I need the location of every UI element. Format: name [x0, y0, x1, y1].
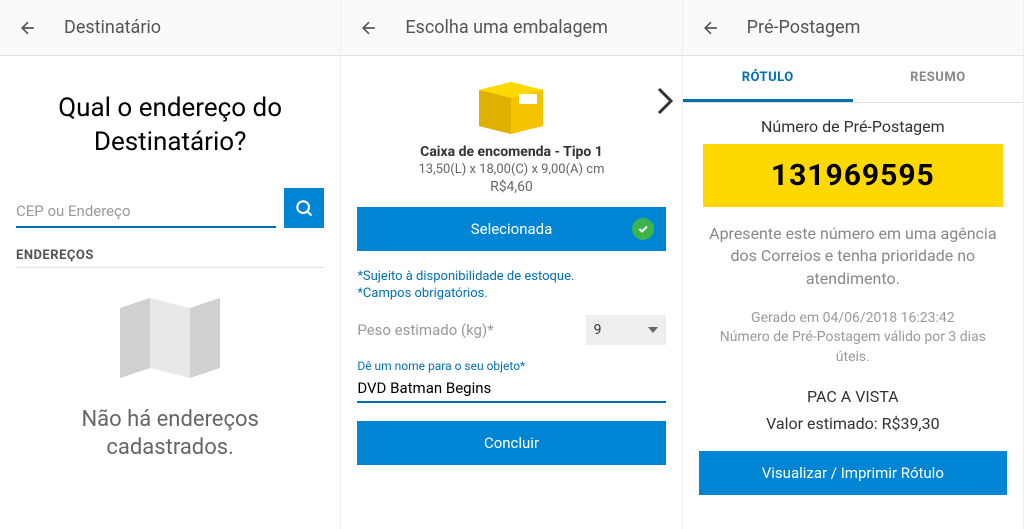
- service-name: PAC A VISTA: [683, 387, 1023, 406]
- weight-label: Peso estimado (kg)*: [357, 321, 493, 339]
- page-title: Pré-Postagem: [747, 17, 861, 38]
- tab-rotulo[interactable]: RÓTULO: [683, 56, 853, 102]
- divider: [16, 267, 324, 268]
- question-heading: Qual o endereço do Destinatário?: [16, 92, 324, 160]
- map-icon: [110, 288, 230, 388]
- package-box-icon: [471, 72, 551, 136]
- chevron-down-icon: [648, 327, 658, 333]
- required-note: *Campos obrigatórios.: [357, 286, 665, 301]
- screen-destinatario: Destinatário Qual o endereço do Destinat…: [0, 0, 341, 529]
- package-name: Caixa de encomenda - Tipo 1: [341, 144, 681, 160]
- back-arrow-icon[interactable]: [357, 16, 381, 40]
- concluir-button[interactable]: Concluir: [357, 421, 665, 465]
- back-arrow-icon[interactable]: [16, 16, 40, 40]
- package-dimensions: 13,50(L) x 18,00(C) x 9,00(A) cm: [341, 162, 681, 177]
- print-label-button[interactable]: Visualizar / Imprimir Rótulo: [699, 451, 1007, 495]
- next-package-icon[interactable]: [656, 86, 674, 124]
- screen-embalagem: Escolha uma embalagem Caixa de encomenda…: [341, 0, 682, 529]
- check-icon: [632, 218, 654, 240]
- back-arrow-icon[interactable]: [699, 16, 723, 40]
- weight-value: 9: [594, 322, 602, 338]
- addresses-section-label: ENDEREÇOS: [16, 248, 324, 263]
- no-addresses-text: Não há endereços cadastrados.: [16, 406, 324, 463]
- object-name-label: Dê um nome para o seu objeto*: [357, 359, 665, 373]
- object-name-input[interactable]: [357, 375, 665, 403]
- search-icon: [294, 198, 314, 218]
- pre-postagem-label: Número de Pré-Postagem: [683, 117, 1023, 136]
- tabs: RÓTULO RESUMO: [683, 56, 1023, 103]
- estimated-value: Valor estimado: R$39,30: [683, 414, 1023, 433]
- pre-postagem-number: 131969595: [703, 144, 1003, 207]
- package-price: R$4,60: [341, 179, 681, 195]
- weight-select[interactable]: 9: [586, 315, 666, 345]
- page-title: Destinatário: [64, 17, 161, 38]
- header: Escolha uma embalagem: [341, 0, 681, 56]
- header: Pré-Postagem: [683, 0, 1023, 56]
- selected-button-label: Selecionada: [471, 220, 553, 238]
- screen-pre-postagem: Pré-Postagem RÓTULO RESUMO Número de Pré…: [683, 0, 1024, 529]
- concluir-button-label: Concluir: [484, 434, 539, 452]
- selected-button[interactable]: Selecionada: [357, 207, 665, 251]
- tab-resumo[interactable]: RESUMO: [853, 56, 1023, 102]
- availability-note: *Sujeito à disponibilidade de estoque.: [357, 269, 665, 284]
- package-carousel: [341, 56, 681, 144]
- validity-note: Número de Pré-Postagem válido por 3 dias…: [707, 328, 999, 367]
- print-label-button-text: Visualizar / Imprimir Rótulo: [762, 464, 944, 482]
- generated-date: Gerado em 04/06/2018 16:23:42: [707, 310, 999, 326]
- page-title: Escolha uma embalagem: [405, 17, 608, 38]
- empty-state: Não há endereços cadastrados.: [16, 288, 324, 463]
- header: Destinatário: [0, 0, 340, 56]
- address-search-input[interactable]: [16, 196, 276, 228]
- search-button[interactable]: [284, 188, 324, 228]
- pre-postagem-description: Apresente este número em uma agência dos…: [707, 223, 999, 290]
